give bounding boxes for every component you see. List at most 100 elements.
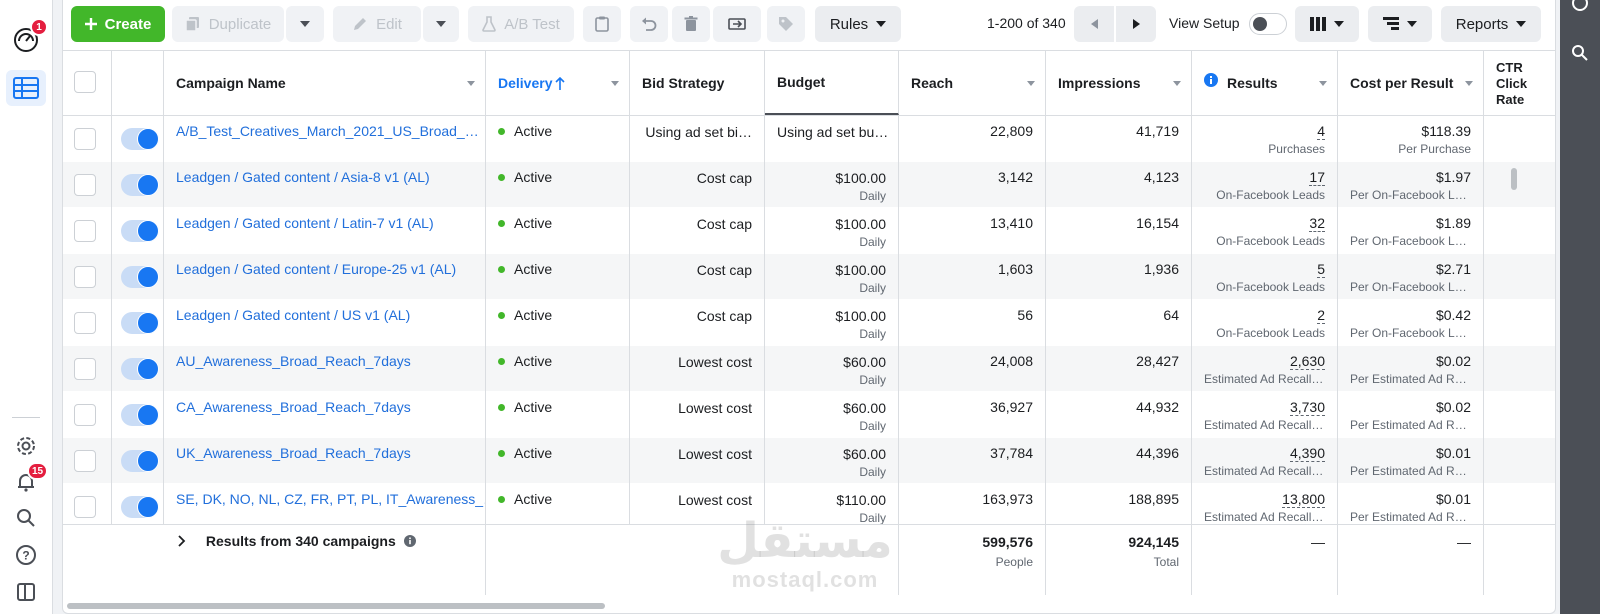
table-row[interactable]: UK_Awareness_Broad_Reach_7days Active Lowe… — [63, 438, 1555, 484]
table-row[interactable]: AU_Awareness_Broad_Reach_7days Active Lowe… — [63, 346, 1555, 392]
header-reach[interactable]: Reach — [899, 51, 1046, 115]
reports-button[interactable]: Reports — [1441, 6, 1541, 42]
header-campaign-name[interactable]: Campaign Name — [164, 51, 486, 115]
summary-impressions: 924,145 — [1128, 534, 1179, 550]
settings-button[interactable] — [6, 428, 46, 464]
create-button[interactable]: Create — [71, 6, 165, 42]
results-value[interactable]: 4,390 — [1289, 445, 1325, 462]
campaign-name-link[interactable]: Leadgen / Gated content / Asia-8 v1 (AL) — [176, 169, 430, 185]
campaigns-table-button[interactable] — [6, 70, 46, 106]
campaign-on-off-toggle[interactable] — [121, 220, 159, 242]
row-checkbox[interactable] — [74, 496, 96, 518]
breakdown-button[interactable] — [1368, 6, 1432, 42]
header-impressions[interactable]: Impressions — [1046, 51, 1192, 115]
view-setup-toggle[interactable] — [1249, 13, 1287, 35]
columns-button[interactable] — [1295, 6, 1359, 42]
chevron-right-icon — [178, 535, 186, 547]
help-button[interactable]: ? — [6, 537, 46, 573]
cost-per-result-value: $0.01 — [1435, 445, 1471, 461]
results-value[interactable]: 4 — [1317, 123, 1325, 140]
edit-button[interactable]: Edit — [333, 6, 421, 42]
row-checkbox[interactable] — [74, 404, 96, 426]
row-checkbox[interactable] — [74, 220, 96, 242]
campaign-name-link[interactable]: Leadgen / Gated content / Latin-7 v1 (AL… — [176, 215, 434, 231]
table-row[interactable]: Leadgen / Gated content / Europe-25 v1 (… — [63, 254, 1555, 300]
ab-test-button[interactable]: A/B Test — [468, 6, 574, 42]
campaign-name-link[interactable]: CA_Awareness_Broad_Reach_7days — [176, 399, 411, 415]
campaign-on-off-toggle[interactable] — [121, 404, 159, 426]
row-checkbox[interactable] — [74, 450, 96, 472]
budget-cell[interactable]: $100.00 Daily — [765, 162, 899, 208]
results-value[interactable]: 13,800 — [1282, 491, 1325, 508]
clock-icon[interactable] — [1571, 0, 1589, 12]
budget-cell[interactable]: $100.00 Daily — [765, 208, 899, 254]
results-value[interactable]: 32 — [1309, 215, 1325, 232]
next-page-button[interactable] — [1116, 6, 1156, 42]
table-row[interactable]: A/B_Test_Creatives_March_2021_US_Broad_…… — [63, 116, 1555, 162]
zoom-icon[interactable] — [1571, 44, 1589, 62]
budget-cell[interactable]: $60.00 Daily — [765, 346, 899, 392]
header-budget[interactable]: Budget — [765, 51, 899, 115]
duplicate-button[interactable]: Duplicate — [172, 6, 284, 42]
row-checkbox[interactable] — [74, 266, 96, 288]
table-row[interactable]: Leadgen / Gated content / Asia-8 v1 (AL)… — [63, 162, 1555, 208]
campaign-name-link[interactable]: Leadgen / Gated content / Europe-25 v1 (… — [176, 261, 456, 277]
header-delivery[interactable]: Delivery — [486, 51, 630, 115]
campaign-on-off-toggle[interactable] — [121, 128, 159, 150]
results-value[interactable]: 2 — [1317, 307, 1325, 324]
vertical-scrollbar[interactable] — [1511, 168, 1517, 190]
undo-button[interactable] — [630, 6, 668, 42]
account-overview-button[interactable]: 1 — [6, 18, 48, 58]
row-checkbox[interactable] — [74, 128, 96, 150]
row-checkbox[interactable] — [74, 312, 96, 334]
campaign-on-off-toggle[interactable] — [121, 312, 159, 334]
row-checkbox[interactable] — [74, 174, 96, 196]
campaign-name-link[interactable]: AU_Awareness_Broad_Reach_7days — [176, 353, 411, 369]
pagination-range: 1-200 of 340 — [987, 15, 1066, 31]
campaign-name-link[interactable]: SE, DK, NO, NL, CZ, FR, PT, PL, IT_Aware… — [176, 491, 485, 507]
horizontal-scrollbar[interactable] — [67, 603, 605, 609]
summary-label-cell[interactable]: Results from 340 campaigns — [164, 525, 486, 595]
header-bid-strategy[interactable]: Bid Strategy — [630, 51, 765, 115]
campaign-on-off-toggle[interactable] — [121, 358, 159, 380]
results-value[interactable]: 3,730 — [1289, 399, 1325, 416]
table-row[interactable]: Leadgen / Gated content / Latin-7 v1 (AL… — [63, 208, 1555, 254]
export-button[interactable] — [713, 6, 761, 42]
campaign-on-off-toggle[interactable] — [121, 266, 159, 288]
search-button[interactable] — [6, 500, 46, 536]
header-cost-per-result[interactable]: Cost per Result — [1338, 51, 1484, 115]
budget-value: $100.00 — [835, 262, 886, 278]
budget-cell[interactable]: $100.00 Daily — [765, 254, 899, 300]
delete-button[interactable] — [672, 6, 710, 42]
campaign-on-off-toggle[interactable] — [121, 450, 159, 472]
budget-cell[interactable]: $60.00 Daily — [765, 438, 899, 484]
results-type: Estimated Ad Recall … — [1204, 418, 1325, 432]
prev-page-button[interactable] — [1074, 6, 1114, 42]
select-all-checkbox[interactable] — [74, 71, 96, 93]
duplicate-dropdown-button[interactable] — [286, 6, 324, 42]
header-results[interactable]: Results — [1192, 51, 1338, 115]
campaign-name-link[interactable]: A/B_Test_Creatives_March_2021_US_Broad_… — [176, 123, 479, 139]
table-row[interactable]: Leadgen / Gated content / US v1 (AL) Acti… — [63, 300, 1555, 346]
table-row[interactable]: CA_Awareness_Broad_Reach_7days Active Lowe… — [63, 392, 1555, 438]
tag-button[interactable] — [767, 6, 805, 42]
campaign-on-off-toggle[interactable] — [121, 496, 159, 518]
row-checkbox[interactable] — [74, 358, 96, 380]
notifications-button[interactable]: 15 — [6, 462, 49, 500]
results-value[interactable]: 2,630 — [1289, 353, 1325, 370]
budget-cell[interactable]: $60.00 Daily — [765, 392, 899, 438]
side-panel-button[interactable] — [6, 574, 46, 610]
select-cell — [63, 162, 112, 208]
budget-cell[interactable]: $100.00 Daily — [765, 300, 899, 346]
budget-cell[interactable]: Using ad set bu… — [765, 116, 899, 162]
rules-button[interactable]: Rules — [815, 6, 901, 42]
clipboard-button[interactable] — [583, 6, 621, 42]
reach-value: 3,142 — [997, 169, 1033, 185]
results-value[interactable]: 5 — [1317, 261, 1325, 278]
campaign-name-link[interactable]: UK_Awareness_Broad_Reach_7days — [176, 445, 411, 461]
campaign-on-off-toggle[interactable] — [121, 174, 159, 196]
edit-dropdown-button[interactable] — [423, 6, 459, 42]
header-ctr[interactable]: CTR Click Rate — [1484, 51, 1555, 115]
campaign-name-link[interactable]: Leadgen / Gated content / US v1 (AL) — [176, 307, 410, 323]
results-value[interactable]: 17 — [1309, 169, 1325, 186]
